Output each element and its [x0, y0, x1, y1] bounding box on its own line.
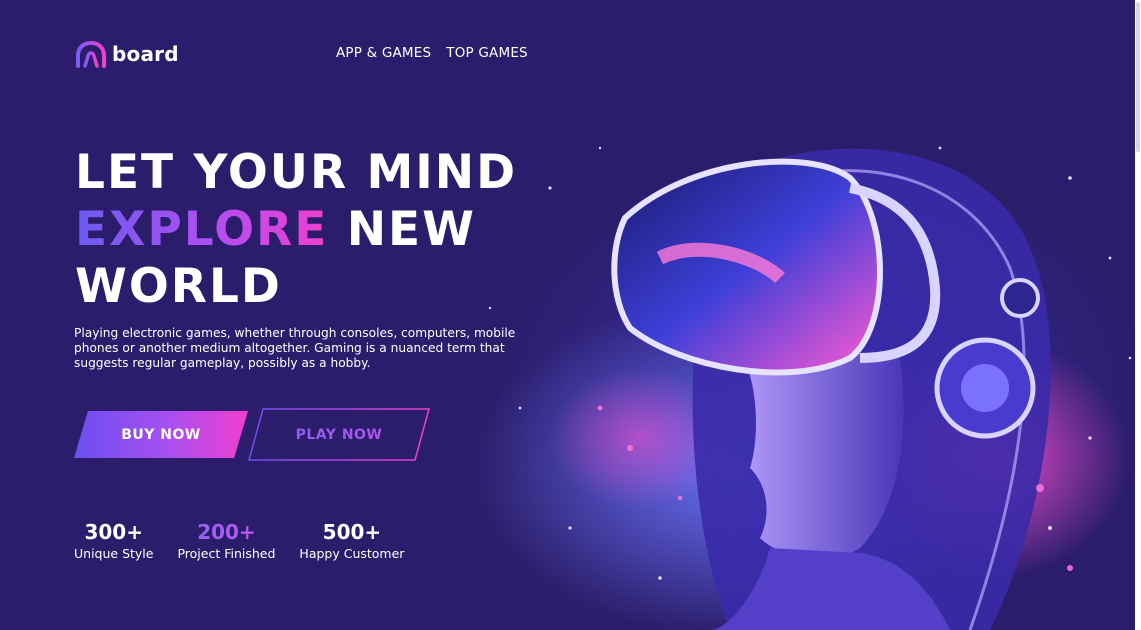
top-nav: APP & GAMES TOP GAMES: [336, 45, 528, 61]
nav-item-top-games[interactable]: TOP GAMES: [446, 45, 528, 61]
stat-label: Happy Customer: [299, 546, 405, 561]
page-scrollbar[interactable]: [1135, 0, 1141, 630]
headline-line-3: WORLD: [75, 259, 282, 314]
stat-happy-customer: 500+ Happy Customer: [299, 520, 404, 561]
headline-line-2: NEW: [328, 202, 476, 257]
brand-logo[interactable]: board: [74, 40, 179, 68]
stats-row: 300+ Unique Style 200+ Project Finished …: [74, 520, 428, 561]
stat-value: 200+: [177, 520, 275, 544]
stat-value: 300+: [84, 520, 143, 544]
play-now-button[interactable]: PLAY NOW: [248, 408, 430, 461]
hero-headline: LET YOUR MIND EXPLORE NEW WORLD: [75, 144, 517, 315]
stat-value: 500+: [322, 520, 382, 544]
play-now-label: PLAY NOW: [248, 408, 430, 461]
nav-item-app-games[interactable]: APP & GAMES: [336, 45, 431, 61]
hero-description: Playing electronic games, whether throug…: [74, 326, 516, 370]
buy-now-button[interactable]: BUY NOW: [74, 411, 248, 458]
brand-name: board: [112, 42, 179, 66]
stat-project-finished: 200+ Project Finished: [177, 520, 275, 561]
headline-line-1: LET YOUR MIND: [75, 145, 518, 200]
headline-accent-word: EXPLORE: [75, 202, 329, 257]
scrollbar-thumb[interactable]: [1136, 2, 1140, 152]
stat-unique-style: 300+ Unique Style: [74, 520, 153, 561]
stat-label: Unique Style: [74, 546, 154, 561]
arch-logo-icon: [76, 40, 106, 68]
stat-label: Project Finished: [177, 546, 276, 561]
